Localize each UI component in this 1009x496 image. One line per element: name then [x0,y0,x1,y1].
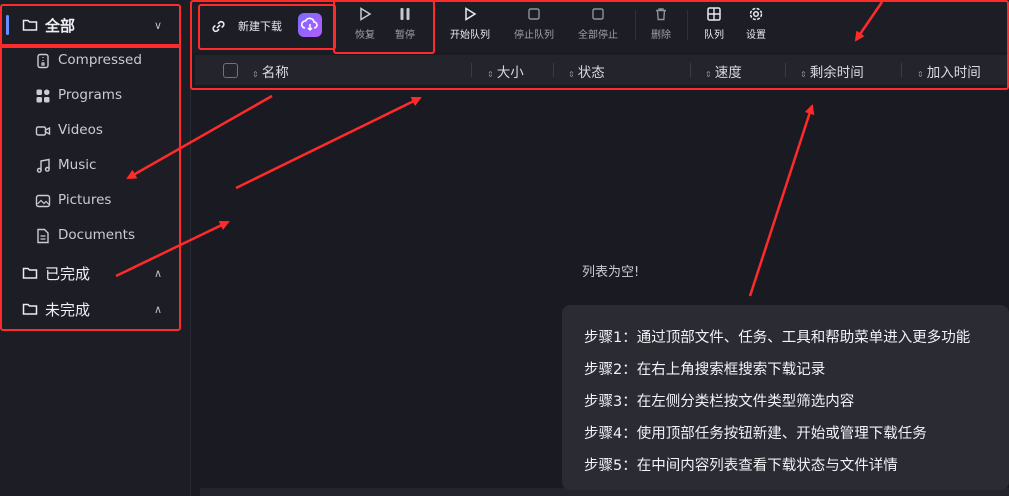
annotation-arrow [748,104,815,297]
annotation-arrow [126,94,273,180]
annotation-arrow [115,220,230,278]
annotation-arrow [854,1,884,42]
annotation-arrow [235,96,422,190]
annotation-arrows [115,1,884,297]
